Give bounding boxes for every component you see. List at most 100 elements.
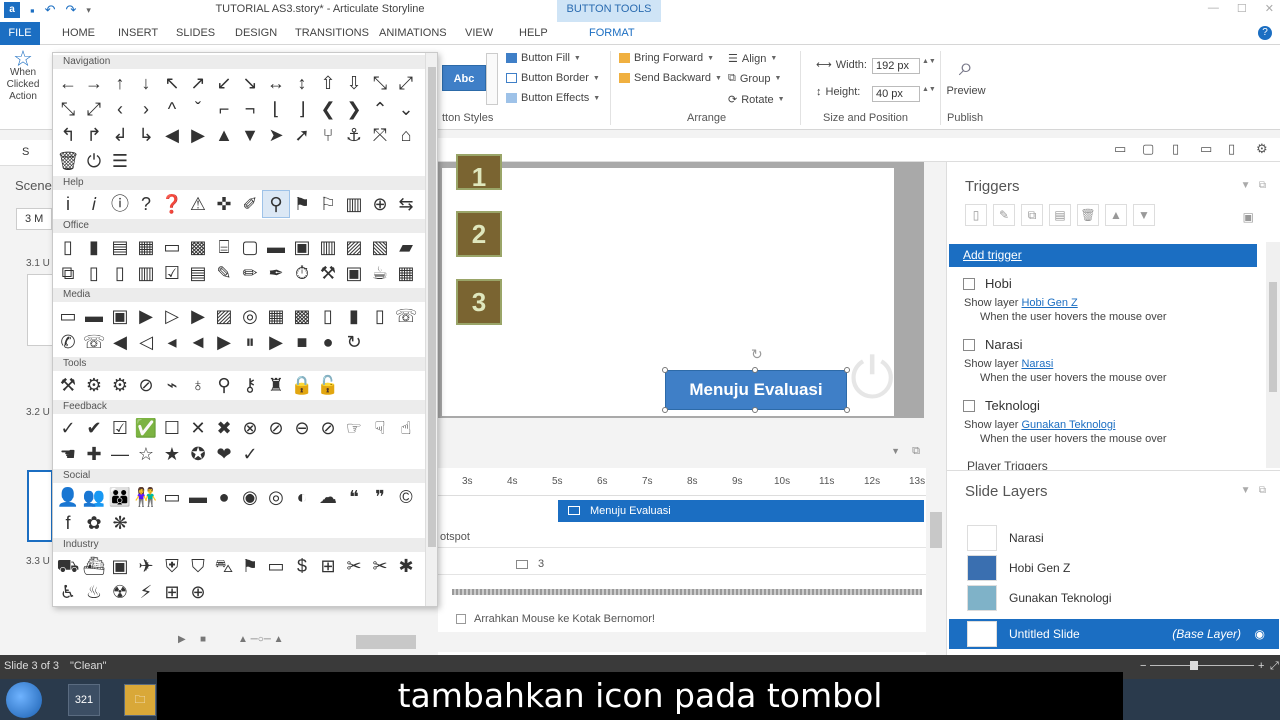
gallery-icon[interactable]: ▶ xyxy=(263,329,289,355)
gallery-icon[interactable]: ? xyxy=(133,191,159,217)
gallery-icon[interactable]: ✪ xyxy=(185,441,211,467)
gallery-icon[interactable]: ☏ xyxy=(393,303,419,329)
gallery-icon[interactable]: ◂ xyxy=(159,329,185,355)
gallery-icon[interactable]: — xyxy=(107,441,133,467)
gallery-icon[interactable]: ▼ xyxy=(237,122,263,148)
tab-transitions[interactable]: TRANSITIONS xyxy=(295,27,369,39)
gallery-icon[interactable]: ✚ xyxy=(81,441,107,467)
gallery-icon[interactable]: ❓ xyxy=(159,191,185,217)
timeline-vertical-scrollbar[interactable] xyxy=(926,468,946,658)
maximize-icon[interactable]: ☐ xyxy=(1237,2,1247,15)
gallery-icon[interactable]: ☁ xyxy=(315,484,341,510)
tab-format[interactable]: FORMAT xyxy=(589,27,635,39)
timeline-horizontal-scroll-thumb[interactable] xyxy=(356,635,416,649)
gallery-icon[interactable]: ❮ xyxy=(315,96,341,122)
gallery-icon[interactable]: ↳ xyxy=(133,122,159,148)
gallery-icon[interactable]: ← xyxy=(55,70,81,96)
gallery-icon[interactable]: ▧ xyxy=(367,234,393,260)
gallery-icon[interactable]: ⚐ xyxy=(315,191,341,217)
gallery-icon[interactable]: ▯ xyxy=(315,303,341,329)
tab-view[interactable]: VIEW xyxy=(465,27,493,39)
gallery-icon[interactable]: ▷ xyxy=(159,303,185,329)
edit-trigger-icon[interactable]: ✎ xyxy=(993,204,1015,226)
gallery-icon[interactable]: 👥 xyxy=(81,484,107,510)
gallery-icon[interactable]: ▨ xyxy=(211,303,237,329)
gallery-icon[interactable]: ✓ xyxy=(237,441,263,467)
copy-trigger-icon[interactable]: ⧉ xyxy=(1021,204,1043,226)
gallery-icon[interactable]: ◎ xyxy=(237,303,263,329)
gallery-icon[interactable]: ◉ xyxy=(237,484,263,510)
play-icon[interactable]: ▶ xyxy=(178,634,186,645)
gallery-icon[interactable]: ♨ xyxy=(81,579,107,605)
gallery-icon[interactable]: ⤢ xyxy=(81,96,107,122)
resize-handle[interactable] xyxy=(662,367,668,373)
gallery-icon[interactable]: f xyxy=(55,510,81,536)
gallery-icon[interactable]: ↕ xyxy=(289,70,315,96)
gallery-icon[interactable]: 👤 xyxy=(55,484,81,510)
gallery-icon[interactable]: ★ xyxy=(159,441,185,467)
zoom-knob[interactable] xyxy=(1190,661,1198,670)
scene-selector[interactable]: 3 M xyxy=(16,208,52,230)
gallery-icon[interactable]: ⊕ xyxy=(185,579,211,605)
gallery-icon[interactable]: ❝ xyxy=(341,484,367,510)
timeline-row-hotspot[interactable]: otspot xyxy=(438,526,926,548)
gallery-icon[interactable]: 🗑 xyxy=(55,148,81,174)
gallery-icon[interactable]: ↰ xyxy=(55,122,81,148)
paste-trigger-icon[interactable]: ▤ xyxy=(1049,204,1071,226)
gallery-icon[interactable]: ☚ xyxy=(55,441,81,467)
align-button[interactable]: ☰ Align ▼ xyxy=(728,52,777,66)
gallery-icon[interactable]: ⊕ xyxy=(367,191,393,217)
gallery-icon[interactable]: ❤ xyxy=(211,441,237,467)
gallery-icon[interactable]: ⛟ xyxy=(55,553,81,579)
gallery-icon[interactable]: ⚷ xyxy=(237,372,263,398)
gallery-icon[interactable]: ⊘ xyxy=(133,372,159,398)
gallery-icon[interactable]: ⚲ xyxy=(262,190,290,218)
gallery-icon[interactable]: ◁ xyxy=(133,329,159,355)
trigger-checkbox[interactable] xyxy=(963,399,975,412)
gallery-icon[interactable]: ⌸ xyxy=(211,234,237,260)
gallery-icon[interactable]: ▶ xyxy=(133,303,159,329)
gallery-icon[interactable]: ⚙ xyxy=(107,372,133,398)
gallery-icon[interactable]: ✂ xyxy=(367,553,393,579)
gallery-icon[interactable]: ✕ xyxy=(185,415,211,441)
gallery-icon[interactable]: ⇆ xyxy=(393,191,419,217)
gallery-icon[interactable]: ⛴ xyxy=(81,553,107,579)
gallery-icon[interactable]: ⛍ xyxy=(211,553,237,579)
gallery-icon[interactable]: ↔ xyxy=(263,70,289,96)
scroll-thumb[interactable] xyxy=(428,67,436,547)
trigger-item-hobi[interactable]: Hobi Show layer Hobi Gen Z When the user… xyxy=(963,276,1263,323)
number-box-3[interactable]: 3 xyxy=(456,279,502,325)
gallery-icon[interactable]: ⊞ xyxy=(315,553,341,579)
gallery-icon[interactable]: ● xyxy=(211,484,237,510)
gallery-icon[interactable]: ⚙ xyxy=(81,372,107,398)
gallery-icon[interactable]: ■ xyxy=(289,329,315,355)
bring-forward-button[interactable]: Bring Forward ▼ xyxy=(619,52,714,64)
trigger-item-teknologi[interactable]: Teknologi Show layer Gunakan Teknologi W… xyxy=(963,398,1263,445)
gallery-icon[interactable]: ● xyxy=(315,329,341,355)
trigger-checkbox[interactable] xyxy=(963,338,975,351)
gallery-icon[interactable]: ▯ xyxy=(55,234,81,260)
gallery-icon[interactable]: ⤡ xyxy=(55,96,81,122)
resize-handle[interactable] xyxy=(662,407,668,413)
gallery-icon[interactable]: ⊘ xyxy=(315,415,341,441)
gallery-icon[interactable]: ✏ xyxy=(237,260,263,286)
slide-thumbnail[interactable] xyxy=(27,274,53,346)
gallery-icon[interactable]: ▶ xyxy=(211,329,237,355)
gallery-icon[interactable]: ⊖ xyxy=(289,415,315,441)
gallery-icon[interactable]: ⊗ xyxy=(237,415,263,441)
gallery-icon[interactable]: ♁ xyxy=(185,372,211,398)
gallery-icon[interactable]: ⚓ xyxy=(341,122,367,148)
settings-gear-icon[interactable]: ⚙ xyxy=(1256,141,1268,157)
gallery-icon[interactable]: 𝑖 xyxy=(81,191,107,217)
send-backward-button[interactable]: Send Backward ▼ xyxy=(619,72,722,84)
close-icon[interactable]: ✕ xyxy=(1265,2,1274,15)
delete-trigger-icon[interactable]: 🗑 xyxy=(1077,204,1099,226)
gallery-icon[interactable]: ⇧ xyxy=(315,70,341,96)
style-gallery-scroll[interactable] xyxy=(486,53,498,105)
gallery-icon[interactable]: ▨ xyxy=(341,234,367,260)
height-input[interactable]: 40 px xyxy=(872,86,920,102)
gallery-icon[interactable]: ☕ xyxy=(367,260,393,286)
add-trigger-link[interactable]: Add trigger xyxy=(949,244,1257,267)
zoom-slider-icon[interactable]: ▲ ─○─ ▲ xyxy=(238,634,284,645)
gallery-icon[interactable]: ▭ xyxy=(159,484,185,510)
